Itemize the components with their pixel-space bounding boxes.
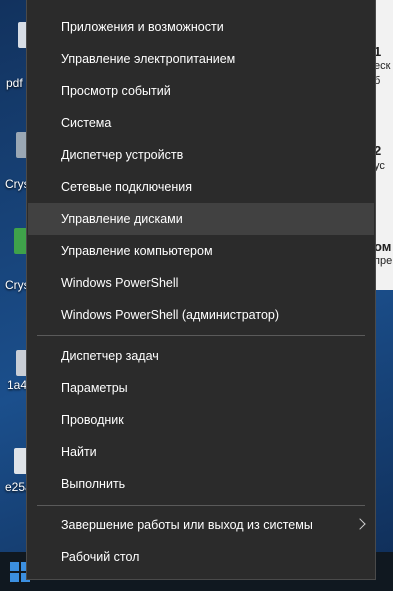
chevron-right-icon xyxy=(354,518,366,530)
menu-item-search[interactable]: Найти xyxy=(28,436,374,468)
menu-item-power-options[interactable]: Управление электропитанием xyxy=(28,43,374,75)
menu-item-network-connections[interactable]: Сетевые подключения xyxy=(28,171,374,203)
menu-item-run[interactable]: Выполнить xyxy=(28,468,374,500)
menu-item-label: Выполнить xyxy=(61,477,126,491)
menu-item-label: Параметры xyxy=(61,381,128,395)
menu-item-label: Управление дисками xyxy=(61,212,183,226)
menu-item-label: Проводник xyxy=(61,413,124,427)
menu-item-label: Сетевые подключения xyxy=(61,180,193,194)
background-window-text: ом xyxy=(374,239,392,254)
windows-logo-icon xyxy=(10,573,19,582)
menu-item-label: Windows PowerShell (администратор) xyxy=(61,308,280,322)
background-window-text: еск xyxy=(374,60,391,72)
menu-item-label: Просмотр событий xyxy=(61,84,171,98)
menu-item-label: Диспетчер устройств xyxy=(61,148,184,162)
desktop-icon-label: 1a4 xyxy=(7,378,28,392)
menu-item-label: Завершение работы или выход из системы xyxy=(61,518,313,532)
menu-item-shut-down-or-sign-out[interactable]: Завершение работы или выход из системы xyxy=(28,509,374,541)
menu-item-task-manager[interactable]: Диспетчер задач xyxy=(28,340,374,372)
menu-item-apps-and-features[interactable]: Приложения и возможности xyxy=(28,11,374,43)
menu-item-disk-management[interactable]: Управление дисками xyxy=(28,203,374,235)
menu-item-computer-management[interactable]: Управление компьютером xyxy=(28,235,374,267)
windows-logo-icon xyxy=(10,562,19,571)
menu-item-windows-powershell-admin[interactable]: Windows PowerShell (администратор) xyxy=(28,299,374,331)
desktop-icon-label: pdf xyxy=(6,76,23,90)
menu-item-device-manager[interactable]: Диспетчер устройств xyxy=(28,139,374,171)
menu-item-label: Найти xyxy=(61,445,97,459)
power-user-context-menu: Приложения и возможности Управление элек… xyxy=(26,0,376,580)
menu-item-label: Система xyxy=(61,116,112,130)
menu-item-label: Рабочий стол xyxy=(61,550,140,564)
menu-item-settings[interactable]: Параметры xyxy=(28,372,374,404)
menu-item-label: Приложения и возможности xyxy=(61,20,224,34)
menu-item-file-explorer[interactable]: Проводник xyxy=(28,404,374,436)
menu-item-event-viewer[interactable]: Просмотр событий xyxy=(28,75,374,107)
menu-item-windows-powershell[interactable]: Windows PowerShell xyxy=(28,267,374,299)
menu-item-label: Диспетчер задач xyxy=(61,349,159,363)
menu-separator xyxy=(37,505,365,506)
menu-item-label: Windows PowerShell xyxy=(61,276,179,290)
menu-item-label: Управление компьютером xyxy=(61,244,213,258)
menu-item-system[interactable]: Система xyxy=(28,107,374,139)
menu-item-label: Управление электропитанием xyxy=(61,52,236,66)
menu-item-desktop[interactable]: Рабочий стол xyxy=(28,541,374,573)
menu-separator xyxy=(37,335,365,336)
background-window-text: пре xyxy=(374,255,393,267)
